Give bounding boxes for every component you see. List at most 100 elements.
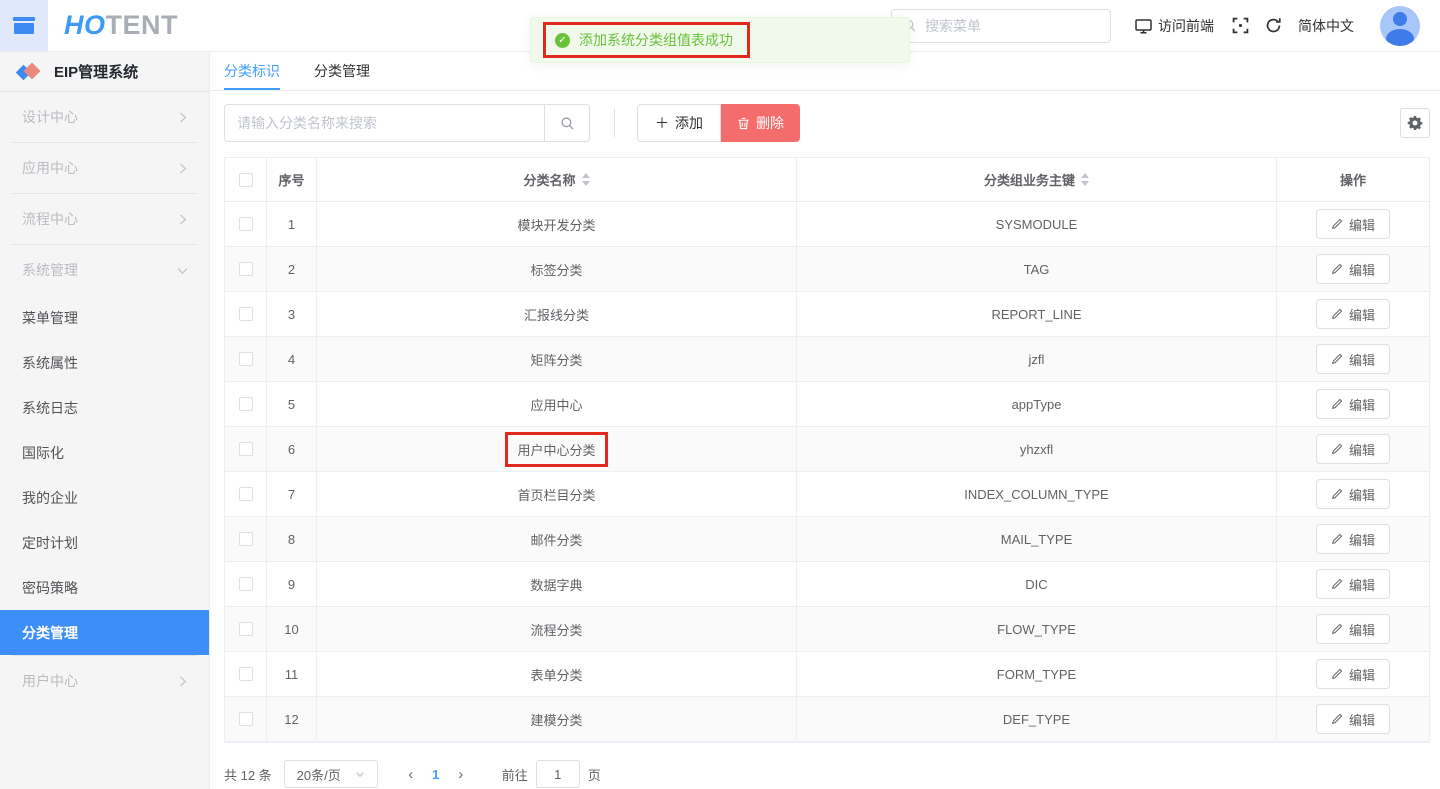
page-size-select[interactable]: 20条/页 (283, 760, 378, 788)
goto-page-input[interactable] (535, 760, 580, 788)
edit-button[interactable]: 编辑 (1315, 389, 1390, 419)
menu-search-input[interactable] (925, 17, 1106, 34)
edit-button-label: 编辑 (1348, 667, 1375, 683)
category-search-button[interactable] (545, 104, 590, 142)
sidebar-item-my-enterprise[interactable]: 我的企业 (0, 475, 209, 520)
sidebar-group-system-management[interactable]: 系统管理 (0, 245, 209, 295)
chevron-down-icon (355, 769, 365, 779)
row-checkbox[interactable] (238, 667, 253, 681)
edit-button[interactable]: 编辑 (1315, 209, 1390, 239)
row-name-text: 建模分类 (530, 712, 583, 728)
column-settings-button[interactable] (1400, 108, 1430, 138)
sort-caret-icon[interactable] (581, 173, 590, 186)
sidebar-group-flow-center[interactable]: 流程中心 (0, 194, 209, 244)
row-checkbox[interactable] (238, 352, 253, 366)
header-key-label: 分类组业务主键 (983, 173, 1075, 188)
sidebar-item-label: 系统日志 (22, 399, 78, 416)
sidebar-item-scheduled-plans[interactable]: 定时计划 (0, 520, 209, 565)
row-checkbox[interactable] (238, 307, 253, 321)
row-key: jzfl (797, 337, 1277, 381)
table-row: 11 表单分类 FORM_TYPE 编辑 (225, 652, 1429, 697)
row-name: 首页栏目分类 (317, 472, 797, 516)
row-checkbox[interactable] (238, 262, 253, 276)
row-select-cell (225, 247, 267, 291)
row-name-text: 应用中心 (530, 397, 583, 413)
row-checkbox[interactable] (238, 712, 253, 726)
row-key: SYSMODULE (797, 202, 1277, 246)
row-checkbox[interactable] (238, 487, 253, 501)
prev-page-button[interactable]: ‹ (400, 760, 422, 788)
fullscreen-icon (1232, 17, 1249, 34)
sidebar-item-password-policy[interactable]: 密码策略 (0, 565, 209, 610)
row-index: 8 (267, 517, 317, 561)
edit-button[interactable]: 编辑 (1315, 254, 1390, 284)
sidebar-group-user-center[interactable]: 用户中心 (0, 656, 209, 706)
row-checkbox[interactable] (238, 622, 253, 636)
edit-button[interactable]: 编辑 (1315, 614, 1390, 644)
next-page-button[interactable]: › (450, 760, 472, 788)
sort-caret-icon[interactable] (1081, 173, 1089, 186)
sidebar-item-system-logs[interactable]: 系统日志 (0, 385, 209, 430)
edit-button-label: 编辑 (1348, 712, 1375, 728)
row-checkbox[interactable] (238, 397, 253, 411)
page-number-1[interactable]: 1 (422, 767, 450, 782)
brand-logo-secondary: TENT (105, 10, 178, 40)
row-select-cell (225, 697, 267, 741)
edit-button[interactable]: 编辑 (1315, 704, 1390, 734)
visit-frontend-button[interactable]: 访问前端 (1135, 16, 1214, 36)
row-index: 11 (267, 652, 317, 696)
edit-button[interactable]: 编辑 (1315, 299, 1390, 329)
row-name-text: 流程分类 (530, 622, 583, 638)
edit-button-label: 编辑 (1348, 622, 1375, 638)
sidebar: EIP管理系统 设计中心 应用中心 流程中心 系统管理 菜单管理 系统属性 系统… (0, 52, 210, 789)
row-index: 7 (267, 472, 317, 516)
sidebar-item-menu-management[interactable]: 菜单管理 (0, 295, 209, 340)
select-all-checkbox[interactable] (238, 172, 253, 187)
edit-button[interactable]: 编辑 (1315, 524, 1390, 554)
row-action-cell: 编辑 (1277, 337, 1429, 381)
sidebar-item-label: 定时计划 (22, 534, 78, 551)
row-select-cell (225, 607, 267, 651)
row-name-text: 首页栏目分类 (517, 487, 596, 503)
sidebar-item-label: 国际化 (22, 444, 64, 461)
tab-category-management[interactable]: 分类管理 (314, 52, 370, 90)
sidebar-item-label: 菜单管理 (22, 309, 78, 326)
row-key: appType (797, 382, 1277, 426)
sidebar-item-label: 系统属性 (22, 354, 78, 371)
edit-button[interactable]: 编辑 (1315, 479, 1390, 509)
sidebar-group-design-center[interactable]: 设计中心 (0, 92, 209, 142)
tab-label: 分类标识 (224, 63, 280, 79)
row-checkbox[interactable] (238, 217, 253, 231)
row-select-cell (225, 652, 267, 696)
row-action-cell: 编辑 (1277, 517, 1429, 561)
row-action-cell: 编辑 (1277, 652, 1429, 696)
edit-button[interactable]: 编辑 (1315, 434, 1390, 464)
row-select-cell (225, 517, 267, 561)
row-name: 邮件分类 (317, 517, 797, 561)
row-checkbox[interactable] (238, 577, 253, 591)
sidebar-item-internationalization[interactable]: 国际化 (0, 430, 209, 475)
sidebar-group-label: 设计中心 (22, 109, 78, 125)
sidebar-item-label: 分类管理 (22, 624, 78, 641)
edit-button[interactable]: 编辑 (1315, 569, 1390, 599)
tab-category-identifier[interactable]: 分类标识 (224, 52, 280, 90)
refresh-button[interactable] (1265, 17, 1282, 34)
category-search-input[interactable] (224, 104, 545, 142)
brand-logo: HO TENT (64, 10, 178, 41)
row-checkbox[interactable] (238, 532, 253, 546)
sidebar-item-system-properties[interactable]: 系统属性 (0, 340, 209, 385)
edit-button[interactable]: 编辑 (1315, 659, 1390, 689)
sidebar-group-app-center[interactable]: 应用中心 (0, 143, 209, 193)
row-name: 建模分类 (317, 697, 797, 741)
add-button[interactable]: ＋ 添加 (637, 104, 721, 142)
table-row: 10 流程分类 FLOW_TYPE 编辑 (225, 607, 1429, 652)
sidebar-collapse-button[interactable] (0, 0, 48, 51)
search-icon (560, 116, 575, 131)
row-checkbox[interactable] (238, 442, 253, 456)
fullscreen-button[interactable] (1232, 17, 1249, 34)
edit-button[interactable]: 编辑 (1315, 344, 1390, 374)
delete-button[interactable]: 删除 (721, 104, 800, 142)
sidebar-item-category-management[interactable]: 分类管理 (0, 610, 209, 655)
language-switcher[interactable]: 简体中文 (1298, 16, 1354, 36)
user-avatar[interactable] (1380, 5, 1420, 46)
